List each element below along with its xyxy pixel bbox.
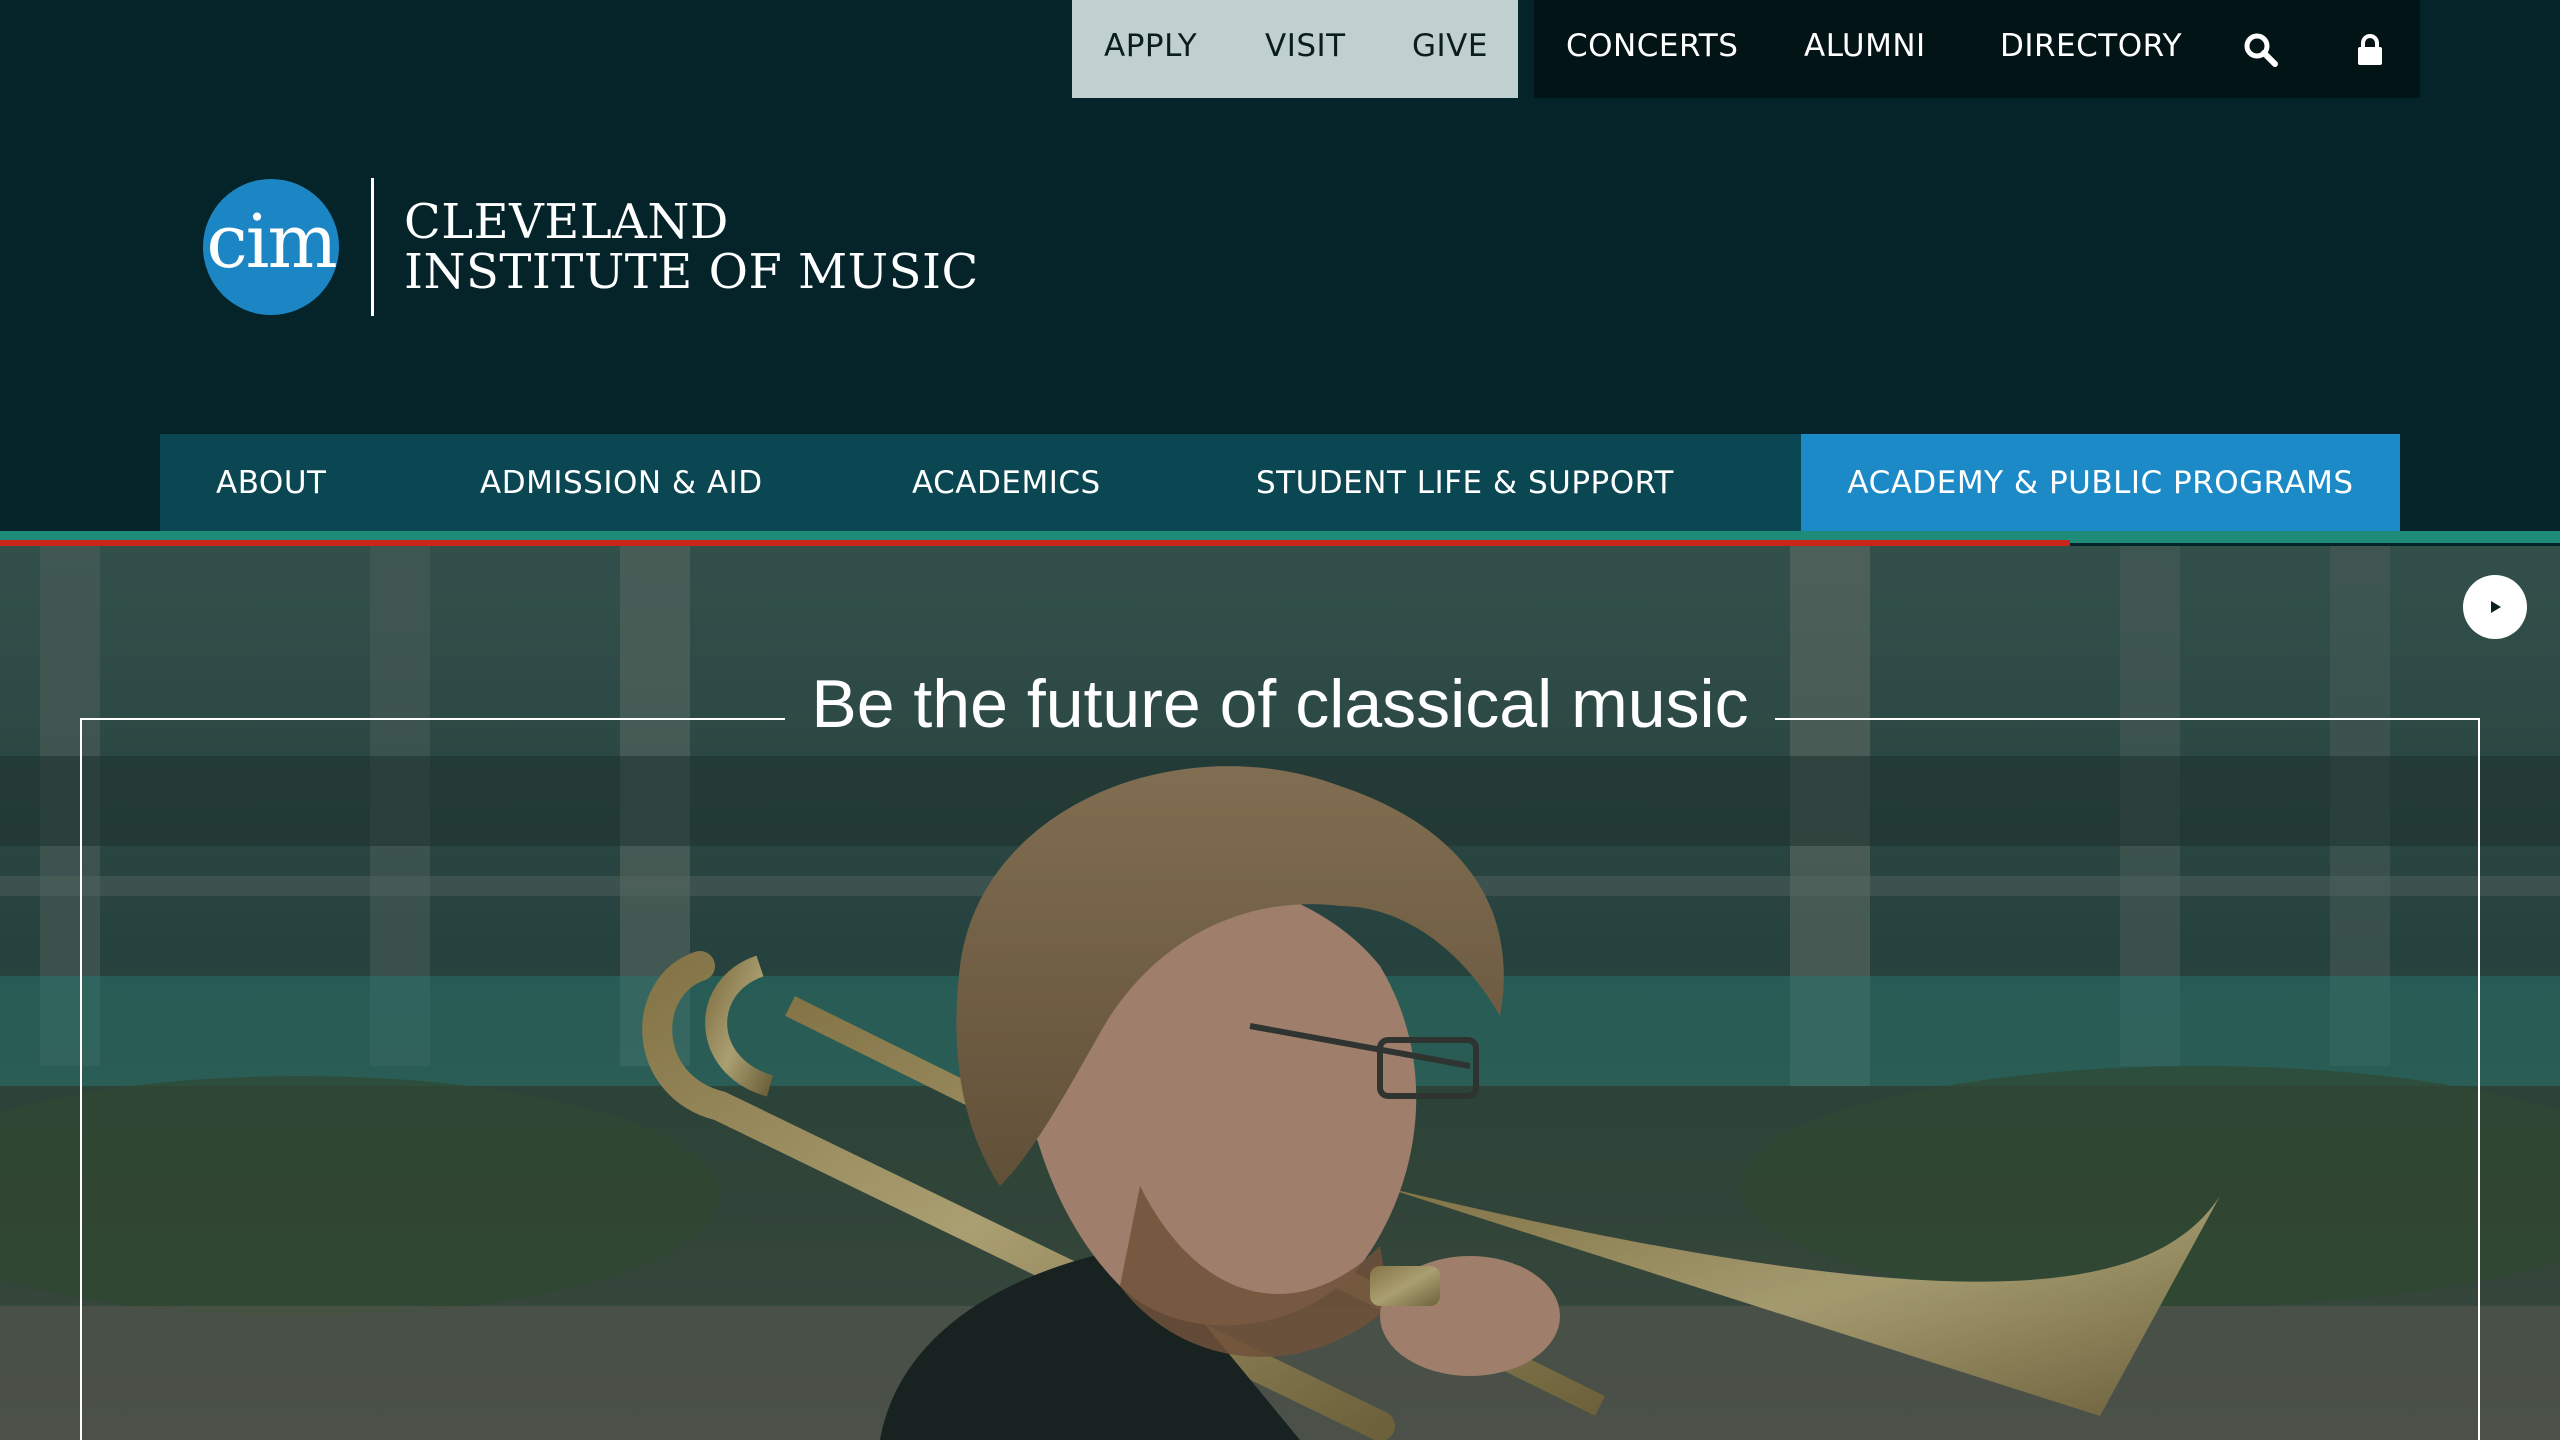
- nav-item-admission-aid[interactable]: ADMISSION & AID: [480, 434, 763, 531]
- concerts-link[interactable]: CONCERTS: [1566, 28, 1738, 64]
- search-icon[interactable]: [2241, 30, 2281, 70]
- hero-frame-left: [80, 718, 82, 1440]
- video-play-button[interactable]: [2463, 575, 2527, 639]
- hero-section: Be the future of classical music: [0, 546, 2560, 1440]
- visit-link[interactable]: VISIT: [1265, 28, 1346, 64]
- give-link[interactable]: GIVE: [1412, 28, 1488, 64]
- hero-frame-top-left: [80, 718, 785, 720]
- lock-icon[interactable]: [2350, 30, 2390, 70]
- nav-item-student-life-support[interactable]: STUDENT LIFE & SUPPORT: [1256, 434, 1674, 531]
- hero-frame-right: [2478, 718, 2480, 1440]
- hero-headline: Be the future of classical music: [811, 666, 1749, 742]
- nav-item-about[interactable]: ABOUT: [216, 434, 326, 531]
- logo-mark: cim: [203, 179, 339, 315]
- site-header: APPLY VISIT GIVE CONCERTS ALUMNI DIRECTO…: [0, 0, 2560, 535]
- utility-nav-primary: APPLY VISIT GIVE: [1072, 0, 1518, 98]
- directory-link[interactable]: DIRECTORY: [2000, 28, 2182, 64]
- utility-nav-secondary: CONCERTS ALUMNI DIRECTORY: [1534, 0, 2420, 98]
- logo-divider: [371, 178, 374, 316]
- play-icon: [2491, 601, 2501, 613]
- main-nav: ABOUT ADMISSION & AID ACADEMICS STUDENT …: [160, 434, 2400, 531]
- nav-item-academy-public-programs[interactable]: ACADEMY & PUBLIC PROGRAMS: [1801, 434, 2400, 531]
- hero-frame-top-right: [1775, 718, 2480, 720]
- logo-wordmark: CLEVELAND INSTITUTE OF MUSIC: [404, 197, 979, 297]
- logo-line-1: CLEVELAND: [404, 194, 729, 250]
- apply-link[interactable]: APPLY: [1104, 28, 1197, 64]
- site-logo[interactable]: cim CLEVELAND INSTITUTE OF MUSIC: [203, 178, 979, 316]
- alumni-link[interactable]: ALUMNI: [1804, 28, 1926, 64]
- logo-line-2: INSTITUTE OF MUSIC: [404, 244, 979, 300]
- nav-item-academics[interactable]: ACADEMICS: [912, 434, 1101, 531]
